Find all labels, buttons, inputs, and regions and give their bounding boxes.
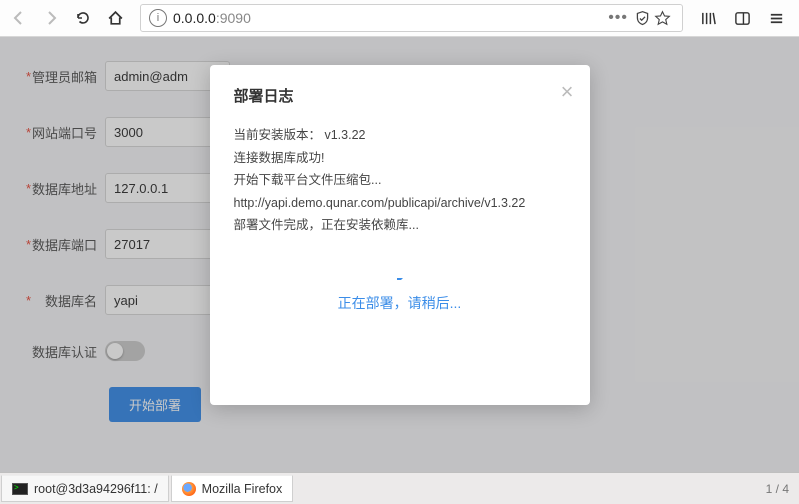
loading-status: 正在部署，请稍后... — [234, 277, 566, 313]
reload-button[interactable] — [68, 3, 98, 33]
site-info-icon[interactable]: i — [149, 9, 167, 27]
reader-shield-icon[interactable] — [634, 10, 654, 27]
close-icon[interactable]: × — [561, 79, 574, 105]
log-body: 当前安装版本： v1.3.22 连接数据库成功! 开始下载平台文件压缩包... … — [234, 124, 566, 237]
url-text: 0.0.0.0:9090 — [173, 10, 602, 26]
taskbar-terminal[interactable]: root@3d3a94296f11: / — [1, 475, 169, 502]
log-line: 部署文件完成，正在安装依赖库... — [234, 214, 566, 237]
home-button[interactable] — [100, 3, 130, 33]
modal-title: 部署日志 — [234, 85, 566, 106]
log-line: 当前安装版本： v1.3.22 — [234, 124, 566, 147]
bookmark-star-icon[interactable] — [654, 10, 674, 27]
taskbar-firefox-label: Mozilla Firefox — [202, 482, 283, 496]
taskbar-firefox[interactable]: Mozilla Firefox — [171, 475, 294, 502]
modal-overlay: 部署日志 × 当前安装版本： v1.3.22 连接数据库成功! 开始下载平台文件… — [0, 37, 799, 472]
menu-icon[interactable] — [761, 3, 791, 33]
loading-text: 正在部署，请稍后... — [338, 295, 462, 311]
firefox-icon — [182, 482, 196, 496]
taskbar: root@3d3a94296f11: / Mozilla Firefox 1 /… — [0, 472, 799, 504]
deploy-log-modal: 部署日志 × 当前安装版本： v1.3.22 连接数据库成功! 开始下载平台文件… — [210, 65, 590, 405]
log-line: 开始下载平台文件压缩包... http://yapi.demo.qunar.co… — [234, 169, 566, 214]
taskbar-terminal-label: root@3d3a94296f11: / — [34, 482, 158, 496]
sidebar-icon[interactable] — [727, 3, 757, 33]
log-line: 连接数据库成功! — [234, 147, 566, 170]
forward-button[interactable] — [36, 3, 66, 33]
url-bar[interactable]: i 0.0.0.0:9090 ••• — [140, 4, 683, 32]
page-actions-icon[interactable]: ••• — [608, 9, 628, 27]
spinner-icon — [397, 278, 403, 284]
back-button[interactable] — [4, 3, 34, 33]
terminal-icon — [12, 483, 28, 495]
browser-toolbar: i 0.0.0.0:9090 ••• — [0, 0, 799, 37]
page-viewport: 管理员邮箱 网站端口号 数据库地址 数据库端口 数据库名 数据库认证 开始部署 … — [0, 37, 799, 472]
page-indicator: 1 / 4 — [756, 473, 799, 504]
library-icon[interactable] — [693, 3, 723, 33]
